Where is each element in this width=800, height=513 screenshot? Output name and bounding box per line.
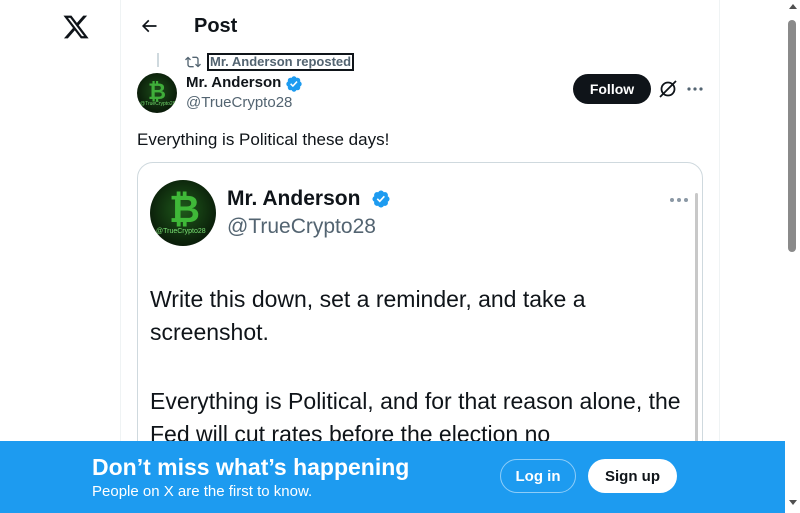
repost-icon	[185, 54, 201, 70]
page-title: Post	[194, 15, 238, 37]
repost-label[interactable]: Mr. Anderson reposted	[207, 53, 355, 71]
banner-title: Don’t miss what’s happening	[92, 454, 410, 480]
author-name[interactable]: Mr. Anderson	[186, 74, 281, 91]
repost-indicator: Mr. Anderson reposted	[185, 52, 355, 72]
screenshot-avatar-tag: @TrueCrypto28	[156, 228, 206, 235]
signup-banner: Don’t miss what’s happening People on X …	[0, 441, 785, 513]
post-media-image[interactable]: ₿ @TrueCrypto28 Mr. Anderson @TrueCrypto…	[137, 162, 703, 462]
avatar[interactable]: ₿ @TrueCrypto28	[137, 73, 177, 113]
screenshot-content: ₿ @TrueCrypto28 Mr. Anderson @TrueCrypto…	[138, 163, 702, 461]
screenshot-paragraph-1: Write this down, set a reminder, and tak…	[150, 286, 586, 345]
screenshot-avatar: ₿ @TrueCrypto28	[150, 180, 216, 246]
screenshot-verified-badge-icon	[371, 189, 391, 209]
screenshot-scrollbar	[695, 193, 698, 461]
post-text: Everything is Political these days!	[137, 130, 390, 149]
page-scrollbar[interactable]	[785, 0, 800, 513]
scroll-down-arrow-icon[interactable]	[789, 500, 797, 505]
banner-subtitle: People on X are the first to know.	[92, 483, 313, 500]
login-button[interactable]: Log in	[500, 459, 576, 493]
avatar-tag: @TrueCrypto28	[140, 101, 176, 107]
left-rail	[0, 0, 120, 513]
grok-icon[interactable]	[658, 79, 678, 99]
scrollbar-thumb[interactable]	[788, 20, 796, 252]
author-handle[interactable]: @TrueCrypto28	[186, 94, 292, 111]
screenshot-author-handle: @TrueCrypto28	[227, 215, 376, 238]
scroll-up-arrow-icon[interactable]	[789, 4, 797, 9]
screenshot-author-name: Mr. Anderson	[227, 187, 361, 210]
bitcoin-icon: ₿	[169, 189, 200, 231]
thread-connector	[157, 53, 159, 67]
screenshot-more-icon	[668, 193, 690, 205]
top-bar: Post	[121, 0, 721, 53]
signup-button[interactable]: Sign up	[588, 459, 677, 493]
more-icon[interactable]	[685, 79, 705, 99]
x-logo-icon[interactable]	[62, 13, 90, 41]
main-column: Post Mr. Anderson reposted ₿ @TrueCrypto…	[120, 0, 720, 513]
back-arrow-icon[interactable]	[135, 12, 163, 40]
verified-badge-icon	[285, 75, 303, 93]
follow-button[interactable]: Follow	[573, 74, 651, 104]
